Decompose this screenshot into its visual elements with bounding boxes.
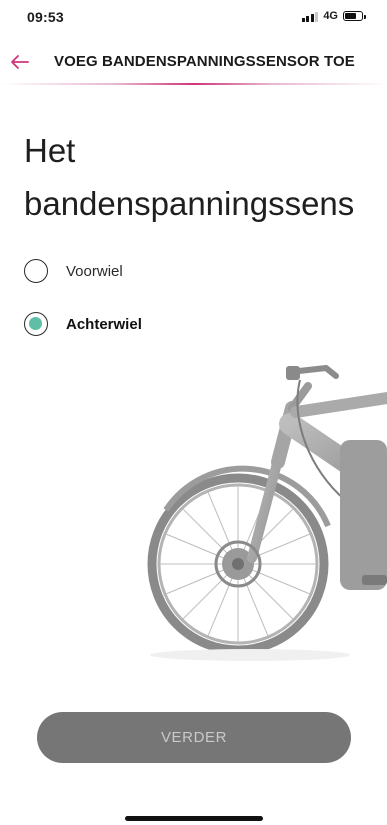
option-front-wheel[interactable]: Voorwiel: [24, 259, 123, 283]
header: VOEG BANDENSPANNINGSSENSOR TOE: [0, 40, 387, 84]
radio-front-wheel[interactable]: [24, 259, 48, 283]
question-line-1: Het: [24, 132, 76, 169]
status-bar: 09:53 4G: [0, 0, 387, 34]
bike-illustration: [147, 364, 387, 661]
front-wheel: [147, 473, 329, 655]
radio-rear-wheel[interactable]: [24, 312, 48, 336]
header-divider: [0, 83, 387, 85]
battery-icon: [343, 11, 366, 21]
network-type: 4G: [323, 10, 338, 22]
back-button[interactable]: [8, 50, 32, 74]
option-rear-wheel[interactable]: Achterwiel: [24, 312, 142, 336]
status-time: 09:53: [27, 9, 64, 25]
option-front-wheel-label: Voorwiel: [66, 262, 123, 280]
status-indicators: 4G: [301, 10, 366, 22]
radio-selected-dot: [29, 317, 42, 330]
home-indicator[interactable]: [125, 816, 263, 821]
option-rear-wheel-label: Achterwiel: [66, 315, 142, 333]
question-line-2: bandenspanningssens: [24, 185, 355, 222]
signal-icon: [301, 11, 319, 22]
question-heading: Het bandenspanningssens: [24, 124, 384, 230]
page-title: VOEG BANDENSPANNINGSSENSOR TOE: [54, 53, 355, 70]
arrow-left-icon: [11, 55, 29, 69]
next-button[interactable]: VERDER: [37, 712, 351, 763]
